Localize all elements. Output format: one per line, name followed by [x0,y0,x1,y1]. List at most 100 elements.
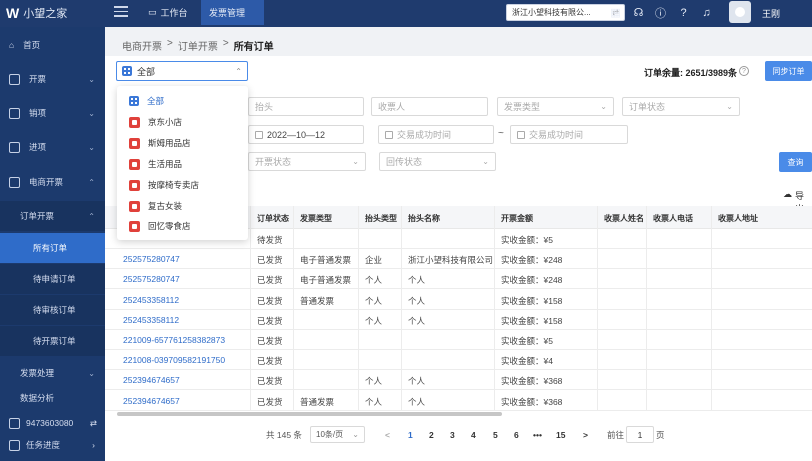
avatar[interactable] [729,1,751,23]
dropdown-option[interactable]: 京东小店 [117,112,248,132]
menu-toggle-icon[interactable] [114,6,128,18]
next-page-button[interactable]: > [583,430,588,440]
dropdown-option[interactable]: 回忆零食店 [117,216,248,236]
order-number[interactable]: 252453358112 [123,315,179,325]
table-row[interactable] [105,370,812,391]
invoice-status-select[interactable]: 开票状态 ⌄ [248,152,366,171]
tab-workbench[interactable]: ▭ 工作台 [140,0,196,25]
title-type: 个人 [365,275,383,286]
shop-select[interactable]: 全部 ⌃ [116,61,248,81]
sidebar-item-order-invoice[interactable]: 订单开票 ⌃ [0,201,105,231]
order-number[interactable]: 252575280747 [123,254,180,264]
sidebar-account[interactable]: 9473603080 ⇄ [0,413,105,433]
swap-icon[interactable]: ⇄ [90,418,97,429]
start-date-value: 2022—10—12 [267,129,326,140]
horizontal-scrollbar[interactable] [117,412,502,416]
column-header[interactable]: 收票人姓名 [604,213,644,224]
help-icon[interactable]: ? [739,66,749,76]
column-header[interactable]: 收票人电话 [653,213,693,224]
sidebar-item-invoice[interactable]: 开票 ⌄ [0,64,105,94]
shop-icon [129,137,140,149]
return-status-select[interactable]: 回传状态 ⌄ [379,152,496,171]
headset-icon[interactable]: ☊ [631,5,646,20]
title-type: 个人 [365,295,383,306]
chevron-down-icon: ⌄ [352,430,359,439]
column-header[interactable]: 发票类型 [300,213,332,224]
page-button[interactable]: 5 [493,430,498,440]
dropdown-option-all[interactable]: 全部 [117,91,248,111]
sidebar-item-label: 数据分析 [20,393,55,403]
order-number[interactable]: 221009-657761258382873 [123,335,225,345]
chevron-down-icon: ⌄ [88,142,95,152]
shop-icon [129,200,140,212]
query-button[interactable]: 查询 [779,152,812,172]
sidebar-item-pending-apply[interactable]: 待申请订单 [0,264,105,294]
column-header[interactable]: 收票人地址 [718,213,758,224]
invoice-amount: 实收金额：¥5 [501,235,553,245]
column-header[interactable]: 开票金额 [501,213,533,224]
title-input[interactable]: 抬头 [248,97,364,116]
sync-orders-button[interactable]: 同步订单 [765,61,812,81]
chevron-right-icon: › [92,440,95,450]
page-button[interactable]: 6 [514,430,519,440]
sidebar-item-label: 待开票订单 [33,336,76,346]
order-number[interactable]: 252394674657 [123,396,180,406]
page-ellipsis[interactable]: ••• [533,430,542,440]
order-number[interactable]: 252453358112 [123,295,179,305]
bell-icon[interactable]: ♫ [699,5,714,20]
table-row[interactable] [105,290,812,310]
prev-page-button[interactable]: < [385,430,390,440]
help-icon[interactable]: ? [676,5,691,20]
tab-invoice-management[interactable]: 发票管理 [201,0,264,25]
sidebar-item-pending-review[interactable]: 待审核订单 [0,295,105,325]
logo[interactable]: W 小望之家 [6,0,67,25]
invoice-amount: 实收金额：¥368 [501,396,563,407]
column-header[interactable]: 抬头名称 [408,213,440,224]
receiver-input[interactable]: 收票人 [371,97,488,116]
sidebar-item-output[interactable]: 销项 ⌄ [0,98,105,128]
sidebar-item-ecommerce[interactable]: 电商开票 ⌃ [0,167,105,197]
dropdown-option[interactable]: 斯姆用品店 [117,133,248,153]
page-button[interactable]: 3 [450,430,455,440]
column-header[interactable]: 抬头类型 [365,213,397,224]
sidebar-item-pending-invoice[interactable]: 待开票订单 [0,326,105,356]
chevron-up-icon: ⌃ [88,177,95,187]
dropdown-option[interactable]: 复古女装 [117,196,248,216]
sidebar-item-invoice-processing[interactable]: 发票处理 ⌄ [0,358,105,388]
sidebar-item-all-orders[interactable]: 所有订单 [0,233,105,263]
page-button[interactable]: 2 [429,430,434,440]
order-number[interactable]: 221008-039709582191750 [123,355,225,365]
page-size-select[interactable]: 10条/页 ⌄ [310,426,365,443]
sidebar-item-input[interactable]: 进项 ⌄ [0,132,105,162]
sidebar-task-progress[interactable]: 任务进度 › [0,435,105,455]
invoice-amount: 实收金额：¥5 [501,336,553,346]
alert-icon[interactable]: ⓘ [653,5,668,20]
sidebar-item-data-analysis[interactable]: 数据分析 [0,390,105,404]
invoice-amount: 实收金额：¥4 [501,356,553,367]
column-header[interactable]: 订单状态 [257,213,289,224]
order-status: 已发货 [257,356,283,367]
goto-page-input[interactable]: 1 [626,426,654,443]
sidebar-item-home[interactable]: ⌂ 首页 [0,30,105,60]
breadcrumb-item[interactable]: 订单开票 [178,38,218,53]
username[interactable]: 王刚 [762,7,780,20]
dropdown-option[interactable]: 按摩椅专卖店 [117,175,248,195]
order-number[interactable]: 252394674657 [123,375,180,385]
page-button[interactable]: 1 [408,430,413,440]
table-row[interactable] [105,310,812,330]
grid-menu-icon[interactable]: ▦ [608,5,623,20]
table-row[interactable] [105,269,812,290]
table-row[interactable] [105,391,812,411]
start-date-input[interactable]: 2022—10—12 [248,125,364,144]
dropdown-option[interactable]: 生活用品 [117,154,248,174]
trade-start-input[interactable]: 交易成功时间 [378,125,494,144]
order-number[interactable]: 252575280747 [123,274,180,284]
title-type: 企业 [365,255,383,266]
page-button[interactable]: 15 [556,430,565,440]
page-button[interactable]: 4 [471,430,476,440]
trade-end-input[interactable]: 交易成功时间 [510,125,628,144]
order-status-select[interactable]: 订单状态 ⌄ [622,97,740,116]
order-status: 已发货 [257,315,283,326]
invoice-type-select[interactable]: 发票类型 ⌄ [497,97,614,116]
breadcrumb-item[interactable]: 电商开票 [122,38,162,53]
